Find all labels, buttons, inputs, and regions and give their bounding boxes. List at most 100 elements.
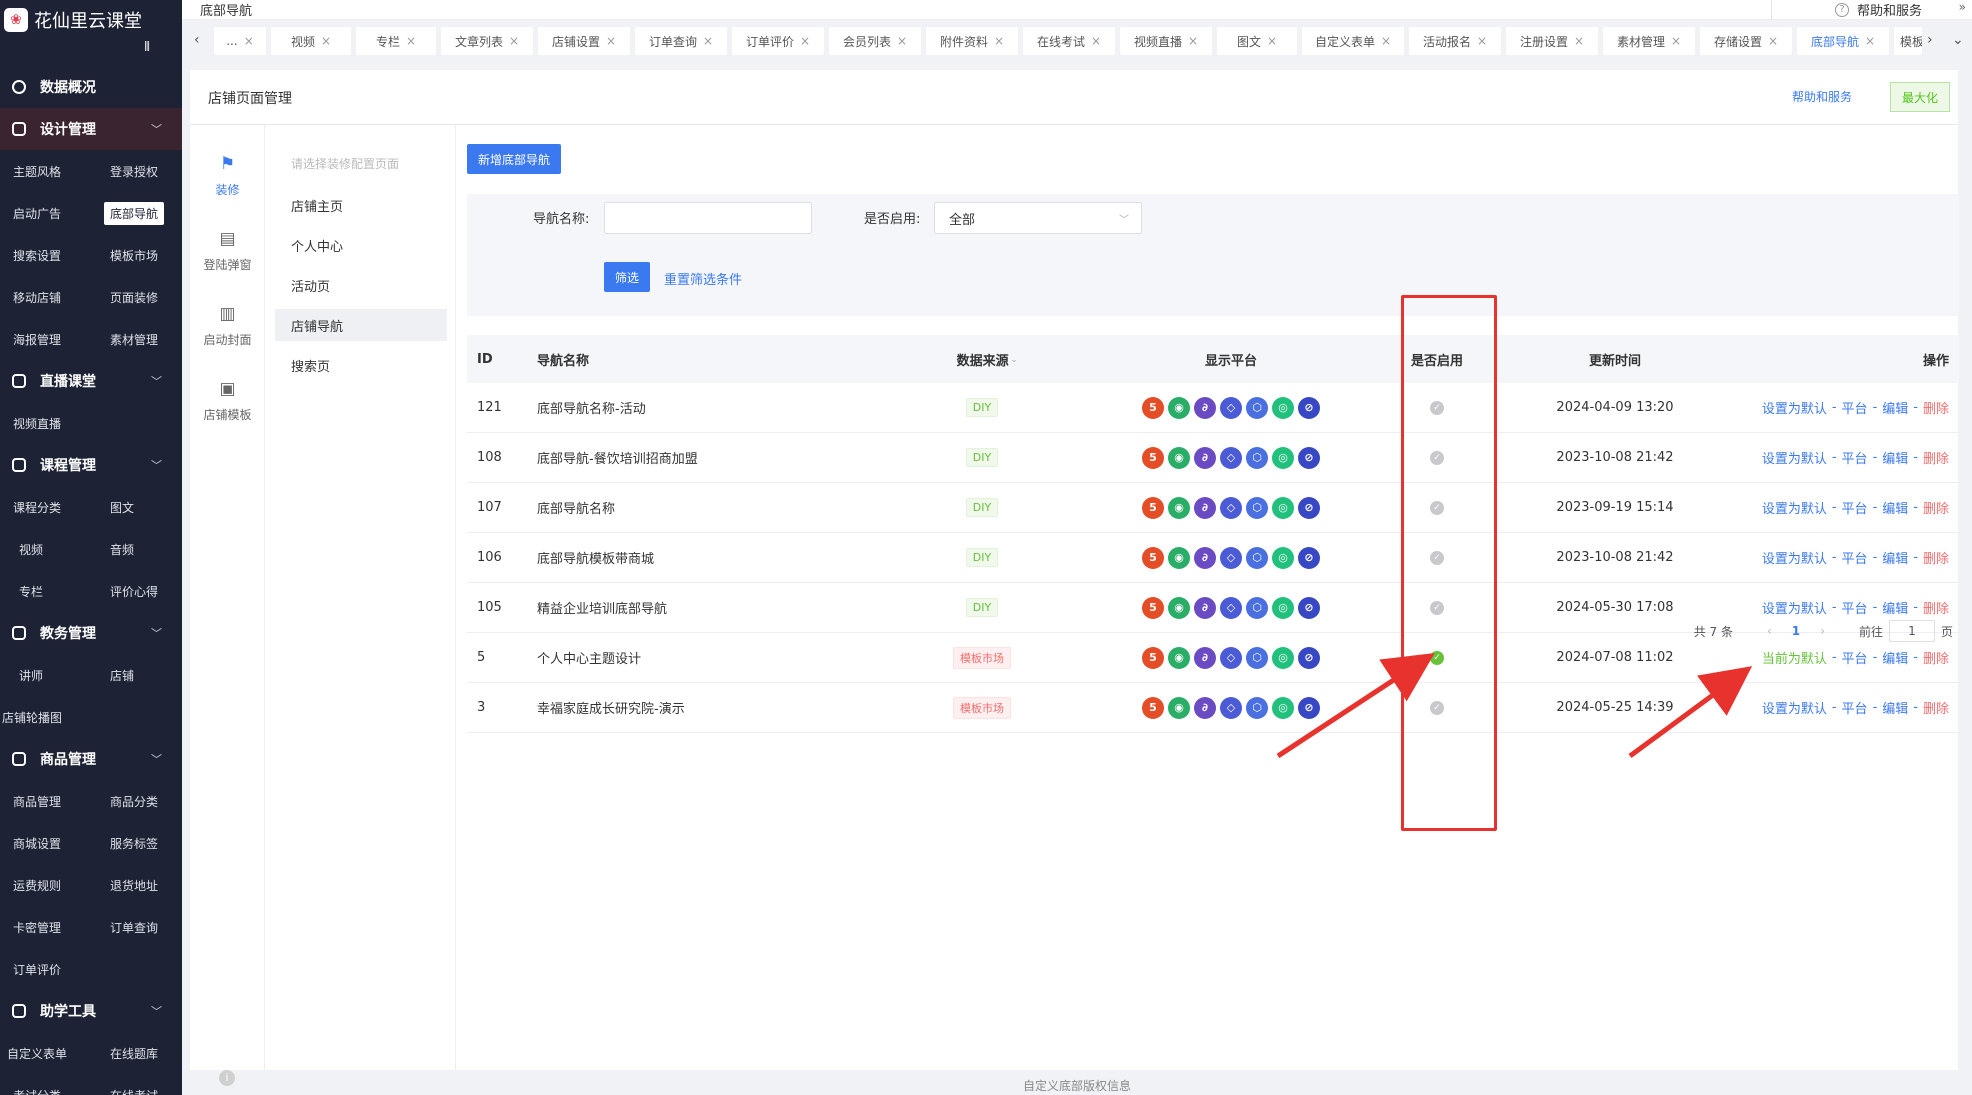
sidebar-item-launch-ad[interactable]: 启动广告 — [0, 192, 100, 234]
delete-link[interactable]: 删除 — [1923, 648, 1949, 667]
delete-link[interactable]: 删除 — [1923, 698, 1949, 717]
tab-order-query[interactable]: 订单查询 × — [635, 27, 727, 55]
help-link[interactable]: 帮助和服务 — [1792, 88, 1852, 105]
sidebar-item-mall-settings[interactable]: 商城设置 — [0, 822, 100, 864]
edit-link[interactable]: 编辑 — [1882, 398, 1908, 417]
platform-link[interactable]: 平台 — [1842, 648, 1868, 667]
platform-link[interactable]: 平台 — [1842, 548, 1868, 567]
iconnav-login-popup[interactable]: ▤ 登陆弹窗 — [190, 230, 265, 273]
iconnav-decor[interactable]: ⚑ 装修 — [190, 155, 265, 198]
sidebar-item-audio[interactable]: 音频 — [100, 528, 182, 570]
sidebar-item-mobile-shop[interactable]: 移动店铺 — [0, 276, 100, 318]
tab-storage-settings[interactable]: 存储设置 × — [1700, 27, 1792, 55]
sidebar-item-video-live[interactable]: 视频直播 — [0, 402, 100, 444]
sidebar-item-login-auth[interactable]: 登录授权 — [100, 150, 182, 192]
sidebar-section-academic[interactable]: 教务管理 ﹀ — [0, 612, 182, 654]
sidebar-item-review[interactable]: 评价心得 — [100, 570, 182, 612]
platform-link[interactable]: 平台 — [1842, 698, 1868, 717]
edit-link[interactable]: 编辑 — [1882, 598, 1908, 617]
tab-bottom-nav[interactable]: 底部导航 × — [1797, 27, 1889, 55]
tab-attachments[interactable]: 附件资料 × — [926, 27, 1018, 55]
tab-graphic[interactable]: 图文 × — [1217, 27, 1297, 55]
delete-link[interactable]: 删除 — [1923, 448, 1949, 467]
sidebar-item-video[interactable]: 视频 — [0, 528, 100, 570]
reset-filter-link[interactable]: 重置筛选条件 — [664, 269, 742, 288]
sidebar-item-online-exam[interactable]: 在线考试 — [100, 1074, 182, 1095]
page-item-shop-home[interactable]: 店铺主页 — [275, 189, 447, 221]
sidebar-section-course[interactable]: 课程管理 ﹀ — [0, 444, 182, 486]
tab-template-market[interactable]: 模板市场 — [1894, 27, 1922, 55]
sidebar-section-dashboard[interactable]: 数据概况 — [0, 66, 182, 108]
sidebar-item-teacher[interactable]: 讲师 — [0, 654, 100, 696]
sidebar-section-tools[interactable]: 助学工具 ﹀ — [0, 990, 182, 1032]
chevron-right-icon[interactable]: › — [1927, 32, 1933, 48]
sidebar-item-search-settings[interactable]: 搜索设置 — [0, 234, 100, 276]
brand[interactable]: ❀ 花仙里云课堂 — [0, 0, 182, 40]
double-chevron-icon[interactable]: » — [1959, 0, 1966, 14]
delete-link[interactable]: 删除 — [1923, 598, 1949, 617]
tab-register-settings[interactable]: 注册设置 × — [1506, 27, 1598, 55]
sidebar-item-graphic[interactable]: 图文 — [100, 486, 182, 528]
sidebar-item-shop[interactable]: 店铺 — [100, 654, 182, 696]
goto-page-input[interactable]: 1 — [1888, 620, 1935, 642]
sidebar-item-course-category[interactable]: 课程分类 — [0, 486, 100, 528]
tab-truncated[interactable]: ... × — [214, 27, 266, 55]
tab-material[interactable]: 素材管理 × — [1603, 27, 1695, 55]
chevron-right-icon[interactable]: › — [1820, 624, 1825, 638]
edit-link[interactable]: 编辑 — [1882, 448, 1908, 467]
set-default-link[interactable]: 设置为默认 — [1762, 598, 1827, 617]
tab-member-list[interactable]: 会员列表 × — [829, 27, 921, 55]
sidebar-item-column[interactable]: 专栏 — [0, 570, 100, 612]
nav-name-input[interactable] — [604, 202, 812, 234]
set-default-link[interactable]: 当前为默认 — [1762, 648, 1827, 667]
sidebar-item-goods-manage[interactable]: 商品管理 — [0, 780, 100, 822]
sidebar-item-bottom-nav[interactable]: 底部导航 — [100, 192, 182, 234]
edit-link[interactable]: 编辑 — [1882, 648, 1908, 667]
tab-video-live[interactable]: 视频直播 × — [1120, 27, 1212, 55]
tab-custom-form[interactable]: 自定义表单 × — [1302, 27, 1404, 55]
platform-link[interactable]: 平台 — [1842, 398, 1868, 417]
set-default-link[interactable]: 设置为默认 — [1762, 448, 1827, 467]
tab-online-exam[interactable]: 在线考试 × — [1023, 27, 1115, 55]
edit-link[interactable]: 编辑 — [1882, 698, 1908, 717]
tab-article-list[interactable]: 文章列表 × — [441, 27, 533, 55]
tab-order-review[interactable]: 订单评价 × — [732, 27, 824, 55]
maximize-button[interactable]: 最大化 — [1890, 82, 1950, 112]
chevron-down-icon[interactable]: ⌄ — [1952, 32, 1964, 48]
delete-link[interactable]: 删除 — [1923, 498, 1949, 517]
sidebar-item-theme[interactable]: 主题风格 — [0, 150, 100, 192]
sidebar-item-question-bank[interactable]: 在线题库 — [100, 1032, 182, 1074]
set-default-link[interactable]: 设置为默认 — [1762, 698, 1827, 717]
add-bottom-nav-button[interactable]: 新增底部导航 — [467, 144, 562, 174]
set-default-link[interactable]: 设置为默认 — [1762, 398, 1827, 417]
sidebar-item-poster[interactable]: 海报管理 — [0, 318, 100, 360]
filter-submit-button[interactable]: 筛选 — [604, 262, 650, 292]
sidebar-item-shop-carousel[interactable]: 店铺轮播图 — [0, 696, 100, 738]
sidebar-item-order-query[interactable]: 订单查询 — [100, 906, 182, 948]
platform-link[interactable]: 平台 — [1842, 448, 1868, 467]
page-item-personal-center[interactable]: 个人中心 — [275, 229, 447, 261]
help-service-link[interactable]: ? 帮助和服务 — [1834, 0, 1922, 19]
delete-link[interactable]: 删除 — [1923, 548, 1949, 567]
enabled-select[interactable]: 全部 ﹀ — [934, 202, 1142, 234]
sidebar-item-service-tags[interactable]: 服务标签 — [100, 822, 182, 864]
sidebar-section-goods[interactable]: 商品管理 ﹀ — [0, 738, 182, 780]
sidebar-item-custom-form[interactable]: 自定义表单 — [0, 1032, 100, 1074]
collapse-icon[interactable]: ⦀ — [0, 40, 182, 66]
set-default-link[interactable]: 设置为默认 — [1762, 498, 1827, 517]
page-item-search[interactable]: 搜索页 — [275, 349, 447, 381]
sidebar-item-page-decor[interactable]: 页面装修 — [100, 276, 182, 318]
sidebar-item-material[interactable]: 素材管理 — [100, 318, 182, 360]
page-item-shop-nav[interactable]: 店铺导航 — [275, 309, 447, 341]
tab-activity-signup[interactable]: 活动报名 × — [1409, 27, 1501, 55]
edit-link[interactable]: 编辑 — [1882, 498, 1908, 517]
iconnav-launch-cover[interactable]: ▥ 启动封面 — [190, 305, 265, 348]
tab-video[interactable]: 视频 × — [271, 27, 351, 55]
sidebar-item-exam-category[interactable]: 考试分类 — [0, 1074, 100, 1095]
chevron-left-icon[interactable]: ‹ — [1767, 624, 1772, 638]
sidebar-section-design[interactable]: 设计管理 ﹀ — [0, 108, 182, 150]
sidebar-item-return-address[interactable]: 退货地址 — [100, 864, 182, 906]
platform-link[interactable]: 平台 — [1842, 598, 1868, 617]
set-default-link[interactable]: 设置为默认 — [1762, 548, 1827, 567]
sidebar-item-card-secret[interactable]: 卡密管理 — [0, 906, 100, 948]
